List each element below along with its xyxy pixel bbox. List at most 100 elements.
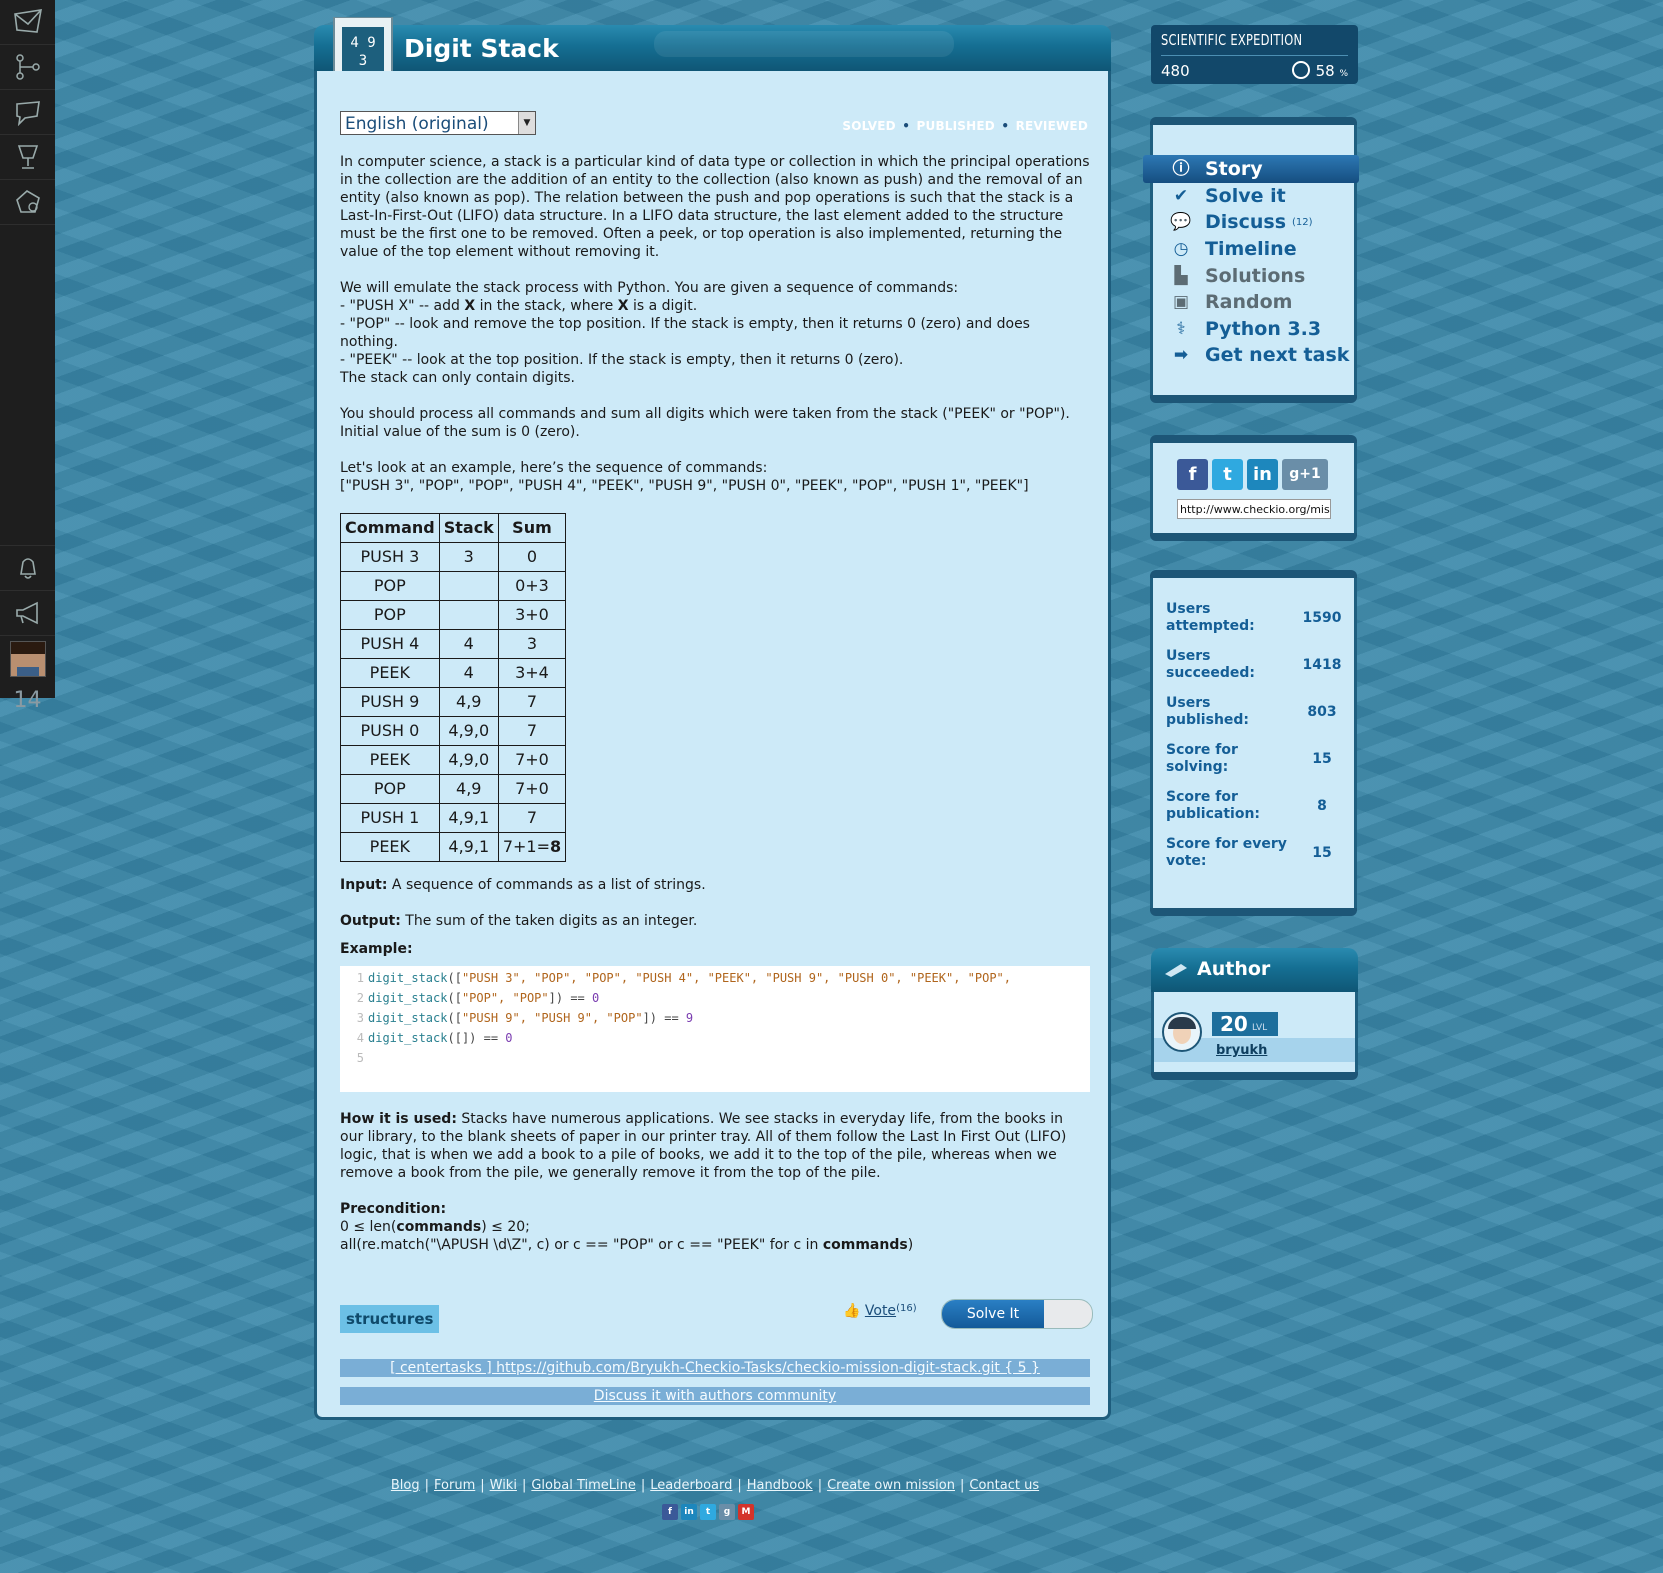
status-reviewed[interactable]: REVIEWED [1016, 119, 1088, 133]
twitter-icon[interactable]: t [1212, 459, 1243, 490]
footer-link-create-own-mission[interactable]: Create own mission [827, 1478, 955, 1493]
thumbs-up-icon: 👍 [843, 1303, 861, 1319]
facebook-icon[interactable]: f [1177, 459, 1208, 490]
menu-item-label: Python 3.3 [1205, 318, 1322, 340]
example-label: Example: [340, 941, 413, 957]
author-card: 20 LVL bryukh [1151, 992, 1358, 1080]
final-sum: 8 [549, 837, 562, 856]
google-plus-icon[interactable]: g [719, 1504, 735, 1520]
menu-item-label: Discuss [1205, 211, 1287, 233]
mail-icon[interactable]: M [738, 1504, 754, 1520]
status-published[interactable]: PUBLISHED [917, 119, 995, 133]
code-line: 3 digit_stack(["PUSH 9", "PUSH 9", "POP"]… [340, 1008, 1090, 1028]
example-code: 1 digit_stack(["PUSH 3", "POP", "POP", "P… [340, 966, 1090, 1092]
table-cell: 4,9,0 [438, 745, 499, 775]
stat-row: Score for publication: 8 [1166, 789, 1346, 823]
menu-item-random[interactable]: ▣ Random [1169, 288, 1292, 316]
menu-item-get-next-task[interactable]: ➡ Get next task [1169, 341, 1350, 369]
menu-item-solve-it[interactable]: ✔ Solve it [1169, 182, 1286, 210]
status-solved[interactable]: SOLVED [842, 119, 895, 133]
footer-link-wiki[interactable]: Wiki [490, 1478, 517, 1493]
footer-link-contact-us[interactable]: Contact us [969, 1478, 1039, 1493]
google-plus-icon[interactable]: g+1 [1282, 459, 1328, 490]
table-cell: PEEK [340, 832, 440, 862]
nav-mail[interactable] [0, 0, 55, 45]
nav-chat[interactable] [0, 90, 55, 135]
envelope-icon [13, 9, 42, 33]
chevron-down-icon: ▼ [518, 112, 535, 134]
footer-link-forum[interactable]: Forum [434, 1478, 475, 1493]
stat-value: 15 [1312, 751, 1332, 767]
table-row: PEEK 4,9,0 7+0 [340, 745, 567, 775]
table-cell: 7 [497, 803, 567, 833]
code-line: 2 digit_stack(["POP", "POP"]) == 0 [340, 988, 1090, 1008]
table-cell: POP [340, 774, 440, 804]
footer-link-handbook[interactable]: Handbook [747, 1478, 813, 1493]
avatar-image [9, 641, 46, 677]
bell-icon [19, 558, 36, 579]
discuss-authors-link[interactable]: Discuss it with authors community [340, 1387, 1090, 1405]
stat-label: Users attempted: [1166, 601, 1255, 634]
notification-count: 14 [13, 688, 42, 713]
stat-row: Score for solving: 15 [1166, 742, 1346, 776]
stat-value: 8 [1317, 798, 1327, 814]
megaphone-icon [15, 601, 38, 625]
solve-it-label: Solve It [942, 1300, 1044, 1328]
table-cell: PEEK [340, 745, 440, 775]
mission-menu: ⓘ Story ✔ Solve it 💬 Discuss (12) ◷ Timeline ▙ Sol… [1143, 117, 1359, 403]
author-name-link[interactable]: bryukh [1216, 1043, 1267, 1058]
menu-item-label: Get next task [1205, 344, 1350, 366]
footer-links: Blog | Forum | Wiki | Global TimeLine | Leaderbo… [390, 1478, 1040, 1493]
output-spec: Output: The sum of the taken digits as a… [340, 913, 698, 929]
mission-stats: Users attempted: 1590 Users succeeded: 1418… [1150, 570, 1357, 916]
author-avatar[interactable] [1162, 1012, 1202, 1052]
trophy-icon [17, 145, 38, 169]
footer-link-leaderboard[interactable]: Leaderboard [650, 1478, 732, 1493]
nav-tree[interactable] [0, 45, 55, 90]
linkedin-icon[interactable]: in [1247, 459, 1278, 490]
table-header-cell: Command [340, 513, 440, 543]
expedition-card[interactable]: SCIENTIFIC EXPEDITION 480 58 % [1151, 25, 1358, 84]
vote-button[interactable]: 👍 Vote(16) [843, 1303, 917, 1319]
vote-link[interactable]: Vote [865, 1303, 896, 1319]
table-cell: 0 [497, 542, 567, 572]
nav-announcements[interactable] [0, 591, 55, 636]
usage-paragraph: How it is used: Stacks have numerous app… [340, 1111, 1067, 1181]
twitter-icon[interactable]: t [700, 1504, 716, 1520]
nav-spacer [0, 225, 55, 546]
table-cell: 4,9,1 [438, 832, 499, 862]
stat-label: Score for publication: [1166, 789, 1261, 822]
share-url-field[interactable]: http://www.checkio.org/mission/digit-sta… [1177, 499, 1331, 519]
stat-value: 803 [1307, 704, 1337, 720]
language-select[interactable]: English (original) ▼ [340, 111, 536, 135]
facebook-icon[interactable]: f [662, 1504, 678, 1520]
user-avatar[interactable] [0, 636, 55, 682]
table-cell: 0+3 [497, 571, 567, 601]
stat-row: Users attempted: 1590 [1166, 601, 1346, 635]
menu-item-discuss[interactable]: 💬 Discuss (12) [1169, 208, 1312, 236]
table-cell: 4,9,0 [438, 716, 499, 746]
stat-value: 15 [1312, 845, 1332, 861]
nav-notifications[interactable] [0, 546, 55, 591]
solve-it-button[interactable]: Solve It [941, 1299, 1093, 1329]
stat-label: Users succeeded: [1166, 648, 1256, 681]
menu-item-solutions[interactable]: ▙ Solutions [1169, 262, 1305, 290]
nav-globe[interactable] [0, 180, 55, 225]
footer-link-blog[interactable]: Blog [391, 1478, 420, 1493]
stat-row: Users succeeded: 1418 [1166, 648, 1346, 682]
tag-structures[interactable]: structures [340, 1305, 440, 1333]
repo-link[interactable]: [ centertasks ] https://github.com/Bryuk… [340, 1359, 1090, 1377]
linkedin-icon[interactable]: in [681, 1504, 697, 1520]
table-cell: 3 [497, 629, 567, 659]
menu-item-timeline[interactable]: ◷ Timeline [1169, 235, 1297, 263]
table-row: PUSH 9 4,9 7 [340, 687, 567, 717]
menu-item-story[interactable]: ⓘ Story [1143, 155, 1359, 183]
table-cell: PUSH 9 [340, 687, 440, 717]
menu-item-label: Solve it [1205, 185, 1286, 207]
table-header-cell: Sum [497, 513, 567, 543]
menu-item-python-3-3[interactable]: ⚕ Python 3.3 [1169, 315, 1321, 343]
table-cell: PUSH 3 [340, 542, 440, 572]
mission-description: In computer science, a stack is a partic… [340, 153, 1090, 1272]
nav-trophy[interactable] [0, 135, 55, 180]
footer-link-global-timeline[interactable]: Global TimeLine [531, 1478, 636, 1493]
